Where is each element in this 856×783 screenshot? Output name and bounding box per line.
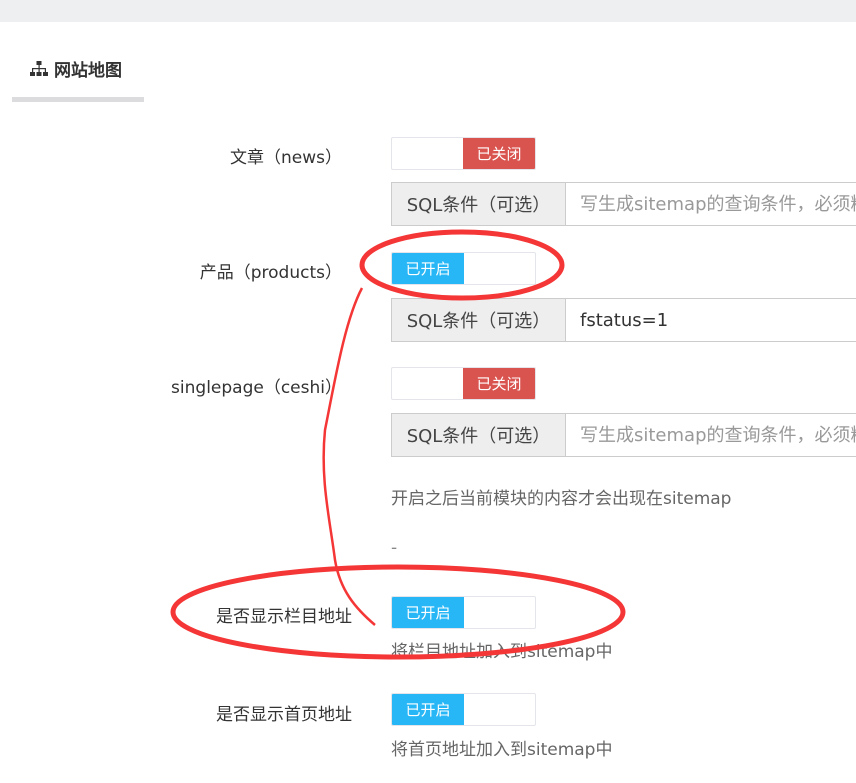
modules-help-text: 开启之后当前模块的内容才会出现在sitemap <box>391 489 732 509</box>
sitemap-icon <box>30 60 48 76</box>
annotation-arrow-line <box>322 287 376 626</box>
sql-group-singlepage: SQL条件（可选） <box>391 413 856 457</box>
sql-input-singlepage[interactable] <box>566 414 856 456</box>
top-bar <box>0 0 856 22</box>
sql-group-products: SQL条件（可选） <box>391 298 856 342</box>
module-label-singlepage: singlepage（ceshi） <box>171 378 342 398</box>
toggle-state: 已开启 <box>392 694 464 725</box>
toggle-state: 已关闭 <box>463 138 535 169</box>
toggle-singlepage[interactable]: 已关闭 <box>391 367 536 400</box>
toggle-show-category[interactable]: 已开启 <box>391 596 536 629</box>
tab-label: 网站地图 <box>54 61 122 81</box>
tab-active-indicator <box>12 97 144 102</box>
show-category-help: 将栏目地址加入到sitemap中 <box>391 642 613 662</box>
sql-addon: SQL条件（可选） <box>392 414 566 456</box>
sql-input-products[interactable] <box>566 299 856 341</box>
show-home-label: 是否显示首页地址 <box>216 705 352 725</box>
toggle-state: 已开启 <box>392 253 464 284</box>
show-category-label: 是否显示栏目地址 <box>216 607 352 627</box>
sql-group-news: SQL条件（可选） <box>391 182 856 226</box>
toggle-products[interactable]: 已开启 <box>391 252 536 285</box>
toggle-show-home[interactable]: 已开启 <box>391 693 536 726</box>
module-label-products: 产品（products） <box>199 263 342 283</box>
show-home-help: 将首页地址加入到sitemap中 <box>391 740 613 760</box>
toggle-state: 已开启 <box>392 597 464 628</box>
module-label-news: 文章（news） <box>230 148 342 168</box>
toggle-news[interactable]: 已关闭 <box>391 137 536 170</box>
sql-addon: SQL条件（可选） <box>392 299 566 341</box>
tab-sitemap[interactable]: 网站地图 <box>30 56 122 81</box>
dash-text: - <box>391 538 398 558</box>
sql-addon: SQL条件（可选） <box>392 183 566 225</box>
toggle-state: 已关闭 <box>463 368 535 399</box>
sql-input-news[interactable] <box>566 183 856 225</box>
